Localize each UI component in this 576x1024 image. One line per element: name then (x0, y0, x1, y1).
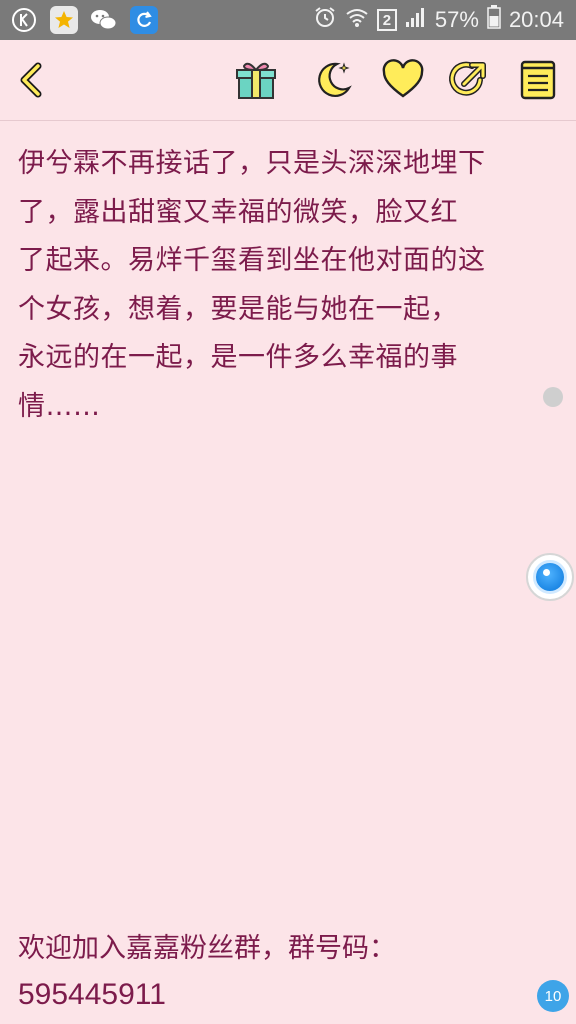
back-button[interactable] (10, 58, 54, 102)
catalog-button[interactable] (516, 58, 560, 102)
text-line: 情…… (18, 390, 101, 422)
text-line: 伊兮霖不再接话了，只是头深深地埋下 (18, 148, 486, 179)
page-number-badge: 10 (537, 980, 569, 1012)
notebook-icon (520, 60, 556, 100)
floating-assistant-button[interactable] (526, 553, 574, 601)
night-mode-button[interactable] (311, 58, 355, 102)
sync-app-icon (130, 6, 158, 34)
notice-line: 欢迎加入嘉嘉粉丝群，群号码： (18, 933, 396, 964)
battery-percent: 57% (434, 7, 479, 32)
assistant-ball-icon (533, 560, 567, 594)
star-app-icon (50, 6, 78, 34)
alarm-icon (313, 5, 337, 35)
moon-icon (318, 62, 352, 97)
chevron-left-icon (20, 62, 42, 98)
status-bar: 2 57% 20:04 (0, 0, 576, 40)
notification-icons (10, 6, 158, 34)
signal-icon (405, 6, 427, 34)
gift-icon (236, 62, 276, 99)
wechat-icon (90, 6, 118, 34)
chapter-text: 伊兮霖不再接话了，只是头深深地埋下 了，露出甜蜜又幸福的微笑，脸又红 了起来。易… (18, 140, 548, 431)
share-icon (449, 61, 486, 96)
text-line: 永远的在一起，是一件多么幸福的事 (18, 342, 458, 373)
text-line: 了，露出甜蜜又幸福的微笑，脸又红 (18, 196, 458, 228)
scroll-indicator[interactable] (543, 387, 563, 407)
sim-indicator: 2 (376, 9, 397, 31)
gift-button[interactable] (234, 58, 278, 102)
fan-group-notice: 欢迎加入嘉嘉粉丝群，群号码： 595445911 (18, 926, 538, 1018)
system-indicators: 2 57% 20:04 (313, 0, 564, 40)
battery-icon (487, 5, 501, 35)
reader-toolbar (0, 40, 576, 121)
share-button[interactable] (446, 58, 490, 102)
group-number: 595445911 (18, 978, 166, 1011)
text-line: 个女孩，想着，要是能与她在一起， (18, 293, 458, 325)
heart-icon (382, 59, 424, 98)
wifi-icon (345, 6, 369, 34)
clock-time: 20:04 (508, 7, 564, 32)
text-line: 了起来。易烊千玺看到坐在他对面的这 (18, 245, 486, 276)
favorite-button[interactable] (381, 58, 425, 102)
k-app-icon (10, 6, 38, 34)
